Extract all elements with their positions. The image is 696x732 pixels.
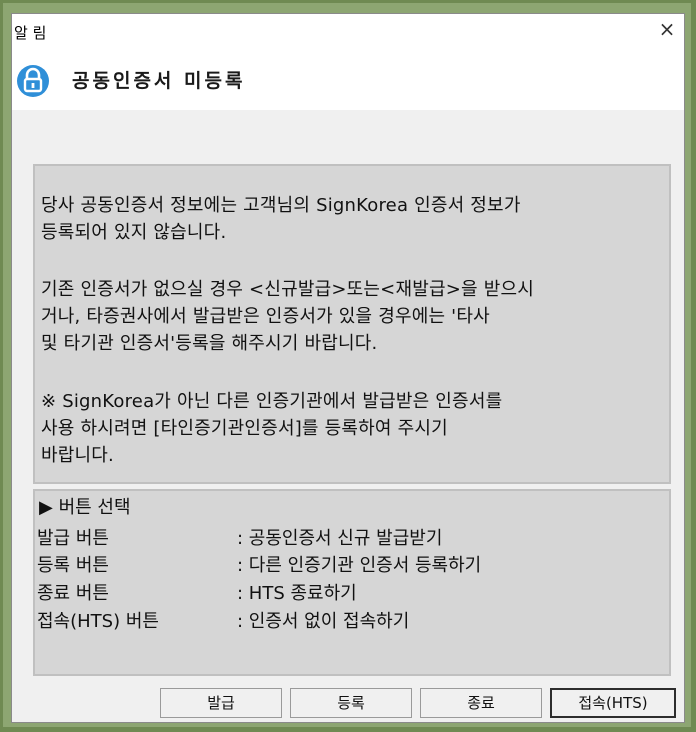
message-panel: 당사 공동인증서 정보에는 고객님의 SignKorea 인증서 정보가 등록되… [33, 164, 671, 484]
window-title: 알 림 [14, 24, 47, 42]
connect-hts-button[interactable]: 접속(HTS) [550, 688, 676, 718]
info-label: 발급 버튼 [37, 528, 109, 549]
message-paragraph-1: 당사 공동인증서 정보에는 고객님의 SignKorea 인증서 정보가 등록되… [41, 195, 521, 243]
register-button[interactable]: 등록 [290, 688, 412, 718]
title-bar: 알 림 × [12, 14, 684, 44]
info-label: 등록 버튼 [37, 555, 109, 576]
button-info-panel: ▶ 버튼 선택 발급 버튼 : 공동인증서 신규 발급받기 등록 버튼 : 다른… [33, 489, 671, 676]
close-button[interactable]: × [656, 18, 678, 40]
issue-button[interactable]: 발급 [160, 688, 282, 718]
info-label: 접속(HTS) 버튼 [37, 611, 159, 632]
button-bar: 발급 등록 종료 접속(HTS) [12, 684, 684, 722]
info-desc: : HTS 종료하기 [237, 583, 357, 604]
info-desc: : 다른 인증기관 인증서 등록하기 [237, 555, 482, 576]
info-desc: : 공동인증서 신규 발급받기 [237, 528, 443, 549]
message-paragraph-2: 기존 인증서가 없으실 경우 <신규발급>또는<재발급>을 받으시 거나, 타증… [41, 279, 534, 354]
info-label: 종료 버튼 [37, 583, 109, 604]
dialog-header: 공동인증서 미등록 [12, 44, 684, 110]
info-desc: : 인증서 없이 접속하기 [237, 611, 410, 632]
message-paragraph-3: ※ SignKorea가 아닌 다른 인증기관에서 발급받은 인증서를 사용 하… [41, 391, 503, 466]
info-title: ▶ 버튼 선택 [39, 497, 131, 518]
desktop-frame: 알 림 × 공동인증서 미등록 당사 공동인증서 정보에는 고객님의 SignK… [3, 3, 691, 727]
lock-icon [17, 65, 49, 97]
exit-button[interactable]: 종료 [420, 688, 542, 718]
header-title: 공동인증서 미등록 [72, 70, 246, 92]
alert-dialog: 알 림 × 공동인증서 미등록 당사 공동인증서 정보에는 고객님의 SignK… [11, 13, 685, 723]
